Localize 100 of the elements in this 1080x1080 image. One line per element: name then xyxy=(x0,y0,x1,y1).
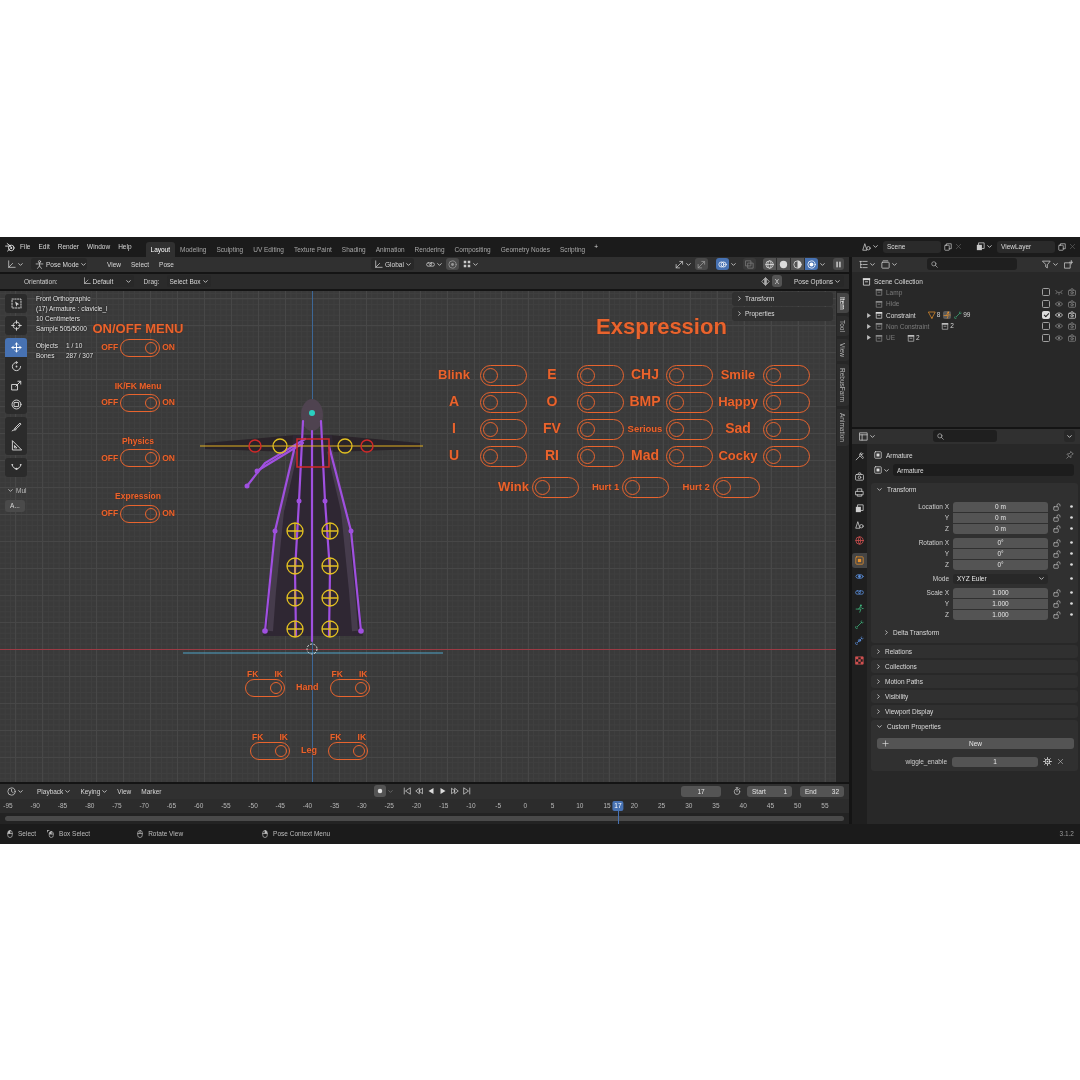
dot-icon[interactable] xyxy=(1069,591,1073,594)
view-filter-button[interactable] xyxy=(879,258,899,270)
on-label: ON xyxy=(162,343,175,353)
pencil-icon xyxy=(10,420,22,432)
select-box-icon xyxy=(10,297,22,309)
gizmo-button[interactable] xyxy=(695,258,708,270)
rewind-icon xyxy=(415,787,424,795)
dot-icon[interactable] xyxy=(1069,602,1073,605)
checkbox[interactable] xyxy=(1042,333,1050,342)
open-lock-icon[interactable] xyxy=(1053,610,1061,619)
cursor-tool[interactable] xyxy=(5,315,27,335)
overlapping-circles-icon xyxy=(718,259,727,269)
dot-icon[interactable] xyxy=(1069,516,1073,519)
expression-label: O xyxy=(546,394,558,410)
playback-button[interactable] xyxy=(450,785,461,797)
dot-icon[interactable] xyxy=(1069,505,1073,508)
eye-icon[interactable] xyxy=(1055,311,1063,320)
open-lock-icon[interactable] xyxy=(1053,502,1061,511)
open-lock-icon[interactable] xyxy=(1053,524,1061,533)
gear-icon[interactable] xyxy=(1043,757,1052,766)
chain-link-icon xyxy=(855,587,864,597)
open-lock-icon[interactable] xyxy=(1053,599,1061,608)
search-field[interactable] xyxy=(933,430,997,442)
auto-keying-button[interactable] xyxy=(374,785,387,797)
relax-tool[interactable] xyxy=(5,457,27,477)
dot-icon[interactable] xyxy=(1069,527,1073,530)
chevron-right-icon xyxy=(877,663,880,669)
collection-icon xyxy=(875,322,883,331)
axes-icon xyxy=(374,259,384,269)
xray-button[interactable] xyxy=(743,258,756,270)
dot-icon[interactable] xyxy=(1069,552,1073,555)
checkbox[interactable] xyxy=(1042,322,1050,331)
dot-icon[interactable] xyxy=(1069,541,1073,544)
mirror-icon[interactable] xyxy=(760,276,770,286)
blender-logo-icon[interactable] xyxy=(5,241,15,252)
caret-icon xyxy=(18,789,23,793)
on-label: ON xyxy=(162,453,175,464)
playback-button[interactable] xyxy=(462,785,473,797)
stacked-panels-icon xyxy=(881,259,890,269)
expand-arrow-icon[interactable] xyxy=(867,335,871,341)
stopwatch-icon[interactable] xyxy=(733,787,741,795)
open-lock-icon[interactable] xyxy=(1053,538,1061,547)
shading-button[interactable] xyxy=(777,258,790,270)
grid-squares-icon xyxy=(462,260,471,268)
eye-icon[interactable] xyxy=(1055,322,1063,331)
editor-type-button[interactable] xyxy=(5,785,25,797)
camera-icon[interactable] xyxy=(1068,288,1076,297)
open-lock-icon[interactable] xyxy=(1053,560,1061,569)
overlays-button[interactable] xyxy=(716,258,729,270)
expression-label: Cocky xyxy=(718,448,758,464)
open-lock-icon[interactable] xyxy=(1053,513,1061,522)
camera-icon[interactable] xyxy=(1068,322,1076,331)
close-icon[interactable] xyxy=(1057,758,1064,765)
copy-icon[interactable] xyxy=(1058,242,1066,251)
expand-arrow-icon[interactable] xyxy=(867,312,871,318)
new-collection-button[interactable] xyxy=(1062,258,1075,270)
eye-icon[interactable] xyxy=(1055,333,1063,342)
checkbox[interactable] xyxy=(1042,288,1050,297)
select-tool[interactable] xyxy=(5,293,27,313)
dot-icon[interactable] xyxy=(1069,577,1073,580)
switch-title: Physics xyxy=(121,437,155,447)
camera-icon[interactable] xyxy=(1068,311,1076,320)
filter-button[interactable] xyxy=(1040,258,1060,270)
jump-start-icon xyxy=(403,787,412,795)
off-label: OFF xyxy=(101,509,119,519)
playback-button[interactable] xyxy=(414,785,425,797)
pause-button[interactable] xyxy=(833,258,844,270)
display-mode-button[interactable] xyxy=(857,258,877,270)
proportional-button[interactable] xyxy=(445,258,459,270)
square-frame-icon xyxy=(855,555,864,565)
camera-icon[interactable] xyxy=(1068,299,1076,308)
open-lock-icon[interactable] xyxy=(1053,549,1061,558)
checkbox[interactable] xyxy=(1042,299,1050,308)
visibility-button[interactable] xyxy=(673,258,693,270)
playback-button[interactable] xyxy=(402,785,413,797)
pin-icon[interactable] xyxy=(1066,451,1074,459)
scene-browse-button[interactable] xyxy=(860,240,880,253)
dot-icon[interactable] xyxy=(1069,613,1073,616)
expand-arrow-icon[interactable] xyxy=(867,323,871,329)
open-lock-icon[interactable] xyxy=(1053,588,1061,597)
chevron-right-icon xyxy=(885,629,888,635)
playback-button[interactable] xyxy=(426,785,437,797)
shading-button[interactable] xyxy=(763,258,776,270)
dot-icon[interactable] xyxy=(1069,563,1073,566)
shading-button[interactable] xyxy=(791,258,804,270)
options-dropdown[interactable] xyxy=(1064,430,1075,442)
properties-tab[interactable] xyxy=(852,552,867,568)
view-layer-browse-button[interactable] xyxy=(974,240,994,253)
annotate-tool[interactable] xyxy=(5,416,27,436)
camera-icon[interactable] xyxy=(1068,333,1076,342)
eye-icon[interactable] xyxy=(1055,299,1063,308)
search-field[interactable] xyxy=(927,258,1017,270)
eye-closed-icon[interactable] xyxy=(1055,288,1063,297)
editor-type-button[interactable] xyxy=(5,258,25,270)
data-browse-button[interactable] xyxy=(874,464,889,476)
editor-type-button[interactable] xyxy=(857,430,877,442)
move-tool[interactable] xyxy=(5,337,27,357)
shading-button[interactable] xyxy=(805,258,818,270)
copy-icon[interactable] xyxy=(944,242,952,251)
scrollbar[interactable] xyxy=(5,815,844,821)
